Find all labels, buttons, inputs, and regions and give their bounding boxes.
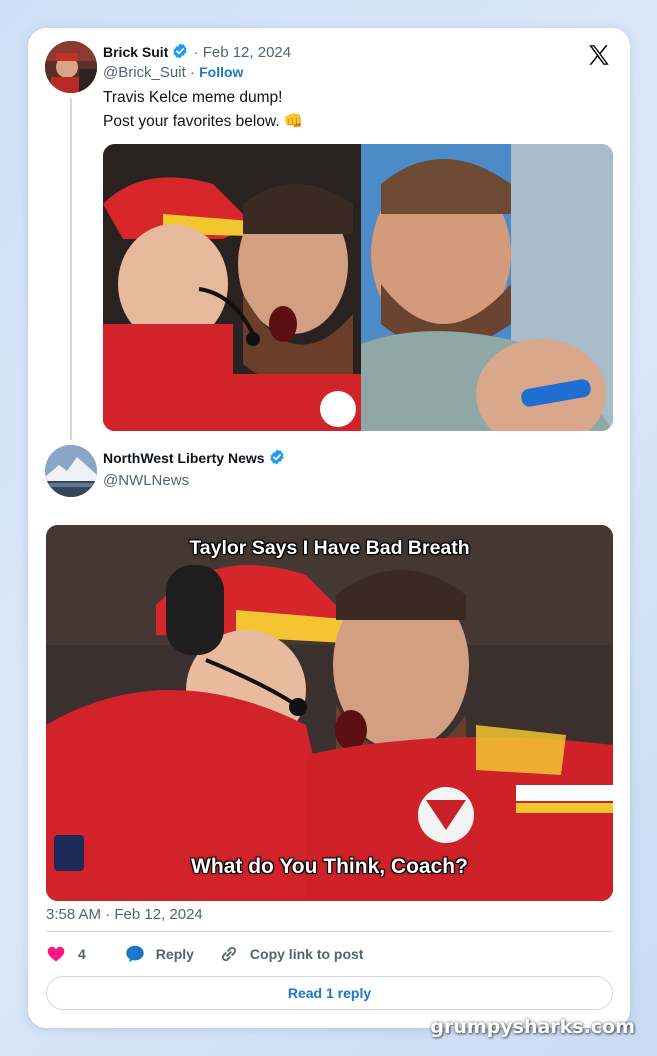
author-handle[interactable]: @Brick_Suit: [103, 64, 186, 81]
tweet-text-line2: Post your favorites below. 👊: [103, 113, 304, 130]
avatar-photo: [45, 41, 97, 93]
tweet-text-line1: Travis Kelce meme dump!: [103, 89, 283, 106]
tweet1-handle-row: @Brick_Suit · Follow: [103, 64, 243, 81]
avatar-photo: [45, 445, 97, 497]
heart-icon: [47, 946, 65, 962]
like-count: 4: [78, 946, 86, 962]
link-icon: [221, 946, 236, 962]
action-bar: 4 Reply Copy link to post: [46, 940, 387, 968]
tweet-image-grid[interactable]: [103, 144, 613, 431]
read-replies-button[interactable]: Read 1 reply: [46, 976, 613, 1010]
follow-button[interactable]: Follow: [199, 64, 243, 80]
like-button[interactable]: 4: [46, 944, 86, 964]
tweet1-header: Brick Suit · Feb 12, 2024: [103, 42, 291, 61]
tweet-card: Brick Suit · Feb 12, 2024 @Brick_Suit · …: [28, 28, 630, 1028]
reply-button[interactable]: Reply: [124, 943, 194, 965]
meme-caption-top: Taylor Says I Have Bad Breath: [189, 537, 470, 559]
tweet2-handle-row: @NWLNews: [103, 472, 189, 489]
separator-dot: ·: [189, 64, 195, 81]
site-watermark: grumpysharks.com: [430, 1016, 635, 1038]
image-player-smiling[interactable]: [360, 144, 613, 431]
verified-badge-icon: [269, 449, 284, 465]
post-timestamp[interactable]: 3:58 AM · Feb 12, 2024: [46, 906, 203, 923]
copy-link-button[interactable]: Copy link to post: [218, 943, 364, 965]
tweet-text: Travis Kelce meme dump! Post your favori…: [103, 86, 303, 134]
meme-caption-bottom: What do You Think, Coach?: [191, 855, 468, 878]
avatar-brick-suit[interactable]: [45, 41, 97, 93]
post-date[interactable]: · Feb 12, 2024: [194, 44, 292, 61]
avatar-nwl-news[interactable]: [45, 445, 97, 497]
divider: [46, 931, 613, 932]
author-name[interactable]: NorthWest Liberty News: [103, 450, 265, 466]
reply-label: Reply: [155, 946, 194, 962]
image-coach-and-player[interactable]: [103, 144, 361, 431]
reply-bubble-icon: [126, 945, 144, 963]
thread-connector-line: [70, 98, 72, 440]
x-logo-icon[interactable]: [586, 42, 612, 68]
verified-badge-icon: [173, 43, 187, 59]
tweet2-header: NorthWest Liberty News: [103, 448, 286, 467]
author-handle[interactable]: @NWLNews: [103, 472, 189, 489]
author-name[interactable]: Brick Suit: [103, 44, 168, 60]
meme-image[interactable]: Taylor Says I Have Bad Breath What do Yo…: [46, 525, 613, 901]
copy-link-label: Copy link to post: [249, 946, 364, 962]
